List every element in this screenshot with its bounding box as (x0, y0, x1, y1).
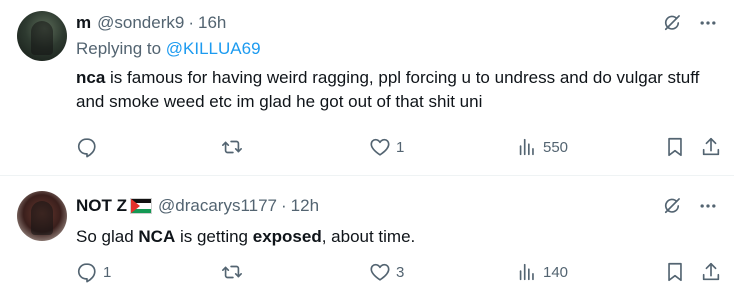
tweet-reply-1[interactable]: m @sonderk9 · 16h Replying to @KILLUA69 … (0, 0, 734, 176)
tweet-header: NOT Z @dracarys1177 · 12h (76, 195, 718, 217)
reply-button[interactable] (76, 135, 103, 159)
share-button[interactable] (700, 260, 722, 284)
tweet-actions: 1 550 (76, 135, 722, 159)
bookmark-icon (664, 261, 686, 283)
more-icon[interactable] (698, 13, 718, 33)
share-button[interactable] (700, 135, 722, 159)
reply-count: 1 (103, 263, 112, 281)
tweet-body: m @sonderk9 · 16h Replying to @KILLUA69 … (76, 12, 718, 114)
replying-to-label: Replying to (76, 39, 166, 58)
views-icon (516, 261, 538, 283)
grok-icon[interactable] (662, 13, 682, 33)
tweet-body: NOT Z @dracarys1177 · 12h So glad NCA is… (76, 195, 718, 249)
more-icon[interactable] (698, 196, 718, 216)
replying-to: Replying to @KILLUA69 (76, 39, 718, 61)
tweet-text-rest: is famous for having weird ragging, ppl … (76, 68, 700, 111)
timestamp[interactable]: 12h (291, 196, 319, 216)
reply-icon (76, 136, 98, 158)
like-count: 1 (396, 138, 405, 156)
avatar[interactable] (17, 11, 67, 61)
tweet-text-bold: NCA (138, 227, 176, 246)
header-actions (662, 12, 718, 34)
like-button[interactable]: 1 (369, 135, 404, 159)
reply-icon (76, 261, 98, 283)
display-name[interactable]: m (76, 13, 91, 33)
repost-button[interactable] (221, 260, 248, 284)
repost-icon (221, 136, 243, 158)
tweet-text-part: So glad (76, 227, 139, 246)
like-button[interactable]: 3 (369, 260, 404, 284)
timestamp[interactable]: 16h (198, 13, 226, 33)
share-icon (700, 136, 722, 158)
tweet-reply-2[interactable]: NOT Z @dracarys1177 · 12h So glad NCA is… (0, 177, 734, 298)
repost-icon (221, 261, 243, 283)
repost-button[interactable] (221, 135, 248, 159)
tweet-header: m @sonderk9 · 16h (76, 12, 718, 34)
bookmark-button[interactable] (664, 260, 686, 284)
avatar[interactable] (17, 191, 67, 241)
replying-to-handle[interactable]: @KILLUA69 (166, 39, 261, 58)
header-actions (662, 195, 718, 217)
view-count: 140 (543, 263, 569, 281)
tweet-text-bold: nca (76, 68, 106, 87)
tweet-text-part: , about time. (321, 227, 416, 246)
views-icon (516, 136, 538, 158)
palestine-flag-icon (130, 198, 152, 214)
tweet-text: So glad NCA is getting exposed, about ti… (76, 225, 718, 249)
like-icon (369, 136, 391, 158)
views-button[interactable]: 550 (516, 135, 568, 159)
view-count: 550 (543, 138, 569, 156)
tweet-text-bold: exposed (252, 227, 322, 246)
display-name[interactable]: NOT Z (76, 196, 127, 216)
tweet-actions: 1 3 140 (76, 260, 722, 284)
tweet-text: nca is famous for having weird ragging, … (76, 66, 718, 114)
like-count: 3 (396, 263, 405, 281)
user-handle[interactable]: @sonderk9 (97, 13, 184, 33)
separator-dot: · (188, 13, 194, 32)
views-button[interactable]: 140 (516, 260, 568, 284)
grok-icon[interactable] (662, 196, 682, 216)
bookmark-icon (664, 136, 686, 158)
bookmark-button[interactable] (664, 135, 686, 159)
reply-button[interactable]: 1 (76, 260, 111, 284)
user-handle[interactable]: @dracarys1177 (158, 196, 277, 216)
like-icon (369, 261, 391, 283)
share-icon (700, 261, 722, 283)
tweet-text-part: is getting (175, 227, 253, 246)
separator-dot: · (281, 196, 287, 215)
